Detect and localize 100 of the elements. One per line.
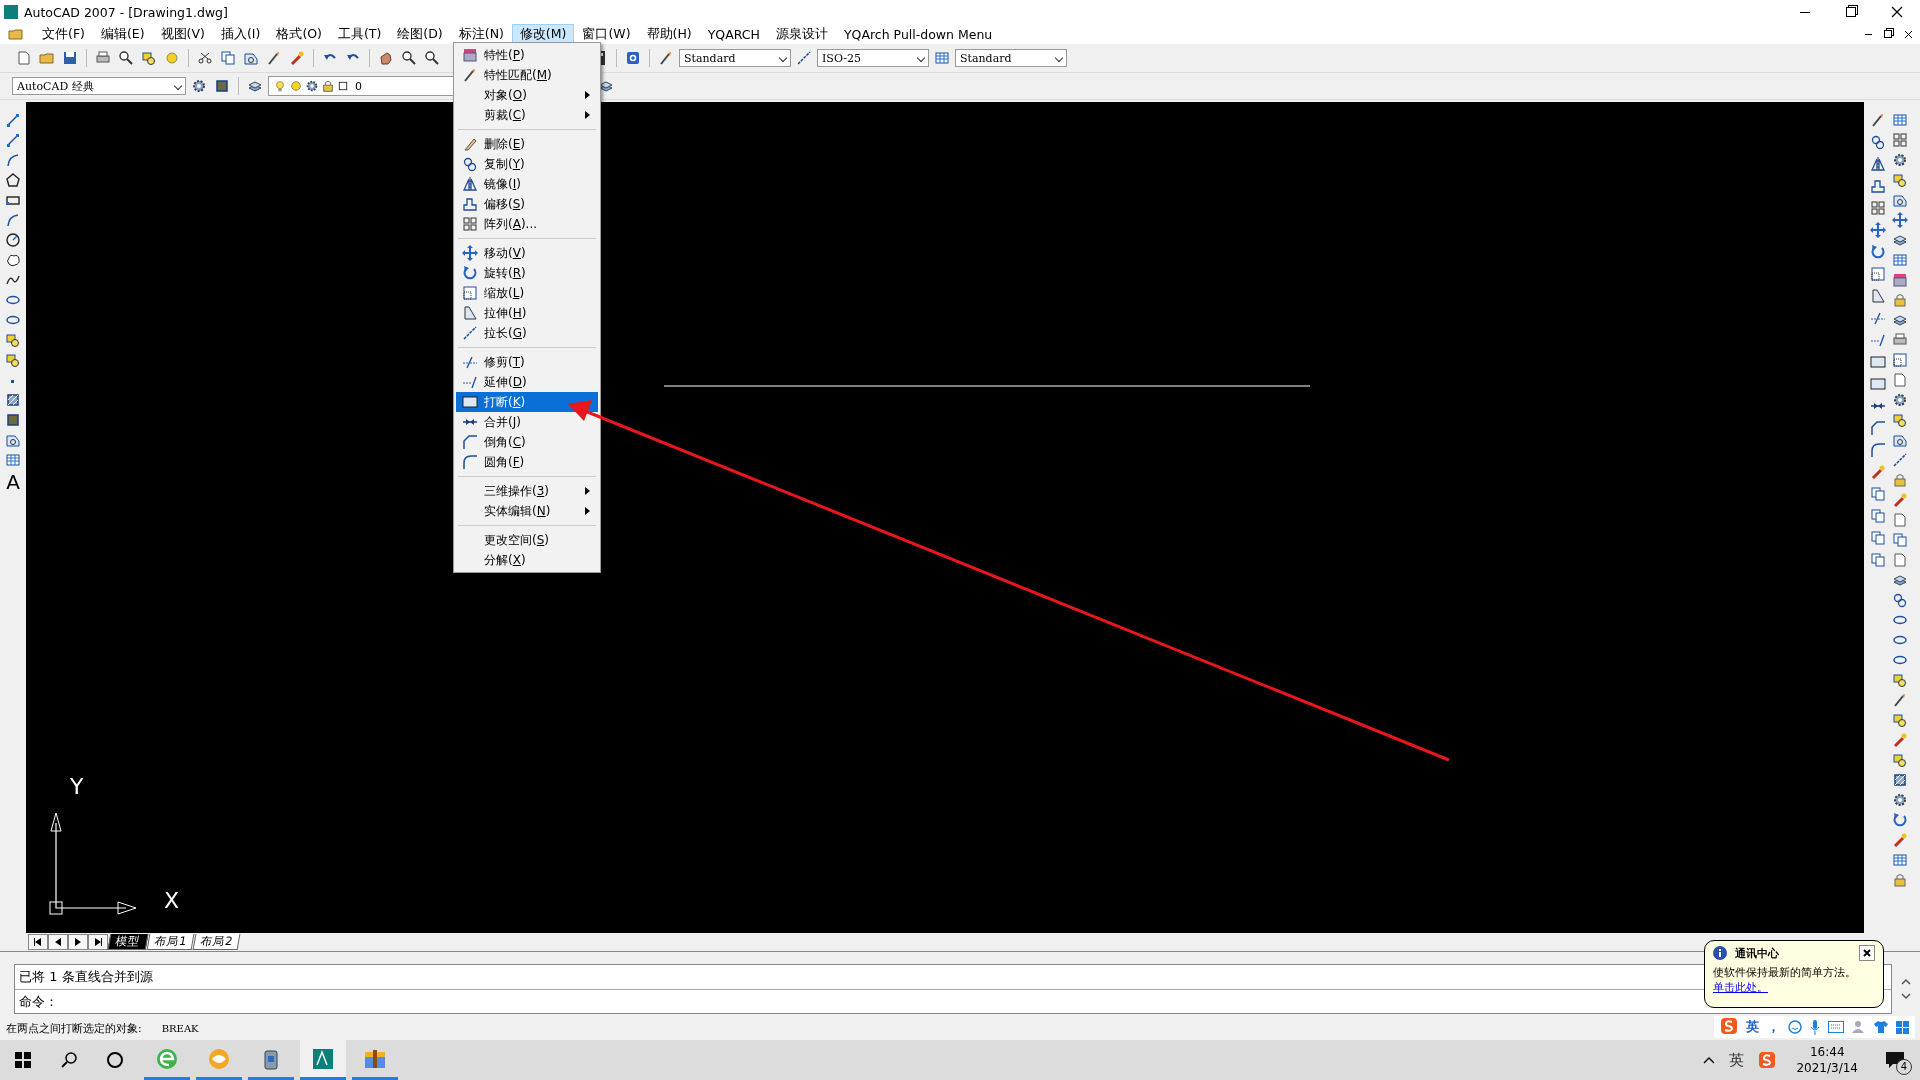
offset-tool-icon[interactable] [1870, 178, 1886, 194]
close-button[interactable] [1859, 945, 1875, 961]
menu-item[interactable]: 倒角(C) [456, 432, 598, 452]
menu-item[interactable]: 编辑(E) [92, 23, 153, 45]
stretch-tool-icon[interactable] [1870, 288, 1886, 304]
extend-tool-icon[interactable] [1870, 332, 1886, 348]
table-tool-icon[interactable] [1892, 852, 1908, 868]
layout-tab[interactable]: 模型 [107, 934, 149, 950]
menu-item[interactable]: 特性(P) [456, 45, 598, 65]
action-center-button[interactable]: 4 [1878, 1045, 1912, 1075]
menu-item[interactable]: YQARCH [699, 24, 768, 44]
menu-item[interactable]: 剪裁(C) [456, 105, 598, 125]
table-tool-icon[interactable] [5, 452, 21, 468]
menu-item[interactable]: 源泉设计 [767, 23, 836, 45]
menu-item[interactable]: 窗口(W) [574, 23, 639, 45]
language-toggle[interactable]: 英 [1746, 1018, 1759, 1036]
grid-icon[interactable] [1896, 1020, 1909, 1034]
menu-item[interactable]: 缩放(L) [456, 283, 598, 303]
line-tool-icon[interactable] [5, 132, 21, 148]
menu-item[interactable]: 插入(I) [212, 23, 269, 45]
arc-tool-icon[interactable] [5, 212, 21, 228]
caret-up-icon[interactable] [1703, 1056, 1716, 1064]
tab-scroll-button[interactable] [68, 934, 88, 950]
copy-tool-icon[interactable] [1870, 508, 1886, 524]
gear-tool-icon[interactable] [1892, 152, 1908, 168]
block-tool-icon[interactable] [1892, 172, 1908, 188]
open-folder-icon[interactable] [39, 50, 55, 66]
lock-tool-icon[interactable] [1892, 872, 1908, 888]
brush-tool-icon[interactable] [1892, 692, 1908, 708]
dimension-style-dropdown[interactable]: ISO-25 [817, 49, 929, 67]
zoom-icon[interactable] [424, 50, 440, 66]
move-tool-icon[interactable] [1870, 222, 1886, 238]
brush-icon[interactable] [266, 50, 282, 66]
menu-item[interactable]: 拉长(G) [456, 323, 598, 343]
menu-item[interactable]: 三维操作(3) [456, 481, 598, 501]
menu-item[interactable]: 分解(X) [456, 550, 598, 570]
new-file-icon[interactable] [16, 50, 32, 66]
text-style-icon[interactable] [658, 50, 674, 66]
lengthen-tool-icon[interactable] [1892, 452, 1908, 468]
help-icon[interactable] [625, 50, 641, 66]
printer-icon[interactable] [95, 50, 111, 66]
scale-tool-icon[interactable] [1892, 352, 1908, 368]
line-tool-icon[interactable] [5, 112, 21, 128]
menu-item[interactable]: 拉伸(H) [456, 303, 598, 323]
workspace-dropdown[interactable]: AutoCAD 经典 [12, 77, 186, 95]
menu-item[interactable]: 帮助(H) [638, 23, 700, 45]
mirror-tool-icon[interactable] [1870, 156, 1886, 172]
page-tool-icon[interactable] [1892, 552, 1908, 568]
cloud-tool-icon[interactable] [5, 252, 21, 268]
tab-scroll-button[interactable] [88, 934, 108, 950]
block-tool-icon[interactable] [1892, 412, 1908, 428]
cut-icon[interactable] [197, 50, 213, 66]
palette-tool-icon[interactable] [1892, 272, 1908, 288]
table-style-icon[interactable] [934, 50, 950, 66]
menu-item[interactable]: 修剪(T) [456, 352, 598, 372]
copy-icon[interactable] [220, 50, 236, 66]
block-tool-icon[interactable] [1892, 672, 1908, 688]
dimension-style-icon[interactable] [796, 50, 812, 66]
layout-tab[interactable]: 布局1 [146, 934, 195, 950]
circle-tool-icon[interactable] [5, 232, 21, 248]
microphone-icon[interactable] [1810, 1019, 1820, 1035]
menu-item[interactable]: 圆角(F) [456, 452, 598, 472]
table-tool-icon[interactable] [1892, 252, 1908, 268]
punctuation-toggle[interactable]: ， [1767, 1018, 1780, 1036]
menu-item[interactable]: 工具(T) [329, 23, 390, 45]
lock-tool-icon[interactable] [1892, 292, 1908, 308]
block-tool-icon[interactable] [1892, 712, 1908, 728]
menu-item[interactable]: 更改空间(S) [456, 530, 598, 550]
menu-item[interactable]: YQArch Pull-down Menu [835, 24, 1001, 44]
keyboard-icon[interactable] [1828, 1021, 1844, 1033]
input-method-icon[interactable] [1720, 1016, 1738, 1035]
hatch-tool-icon[interactable] [5, 392, 21, 408]
input-language-button[interactable]: 英 [1729, 1050, 1745, 1070]
fillet-tool-icon[interactable] [1870, 442, 1886, 458]
menu-item[interactable]: 阵列(A)... [456, 214, 598, 234]
menu-item[interactable]: 移动(V) [456, 243, 598, 263]
menu-item[interactable]: 绘图(D) [389, 23, 451, 45]
print-preview-icon[interactable] [118, 50, 134, 66]
menu-item[interactable]: 延伸(D) [456, 372, 598, 392]
menu-item[interactable]: 删除(E) [456, 134, 598, 154]
text-tool-button[interactable]: A [6, 472, 20, 492]
save-icon[interactable] [62, 50, 78, 66]
menu-item[interactable]: 镜像(I) [456, 174, 598, 194]
input-method-icon[interactable] [1758, 1051, 1777, 1069]
copy-tool-icon[interactable] [1870, 134, 1886, 150]
region-tool-icon[interactable] [1892, 432, 1908, 448]
scale-tool-icon[interactable] [1870, 266, 1886, 282]
brush-tool-icon[interactable] [1870, 112, 1886, 128]
gear-icon[interactable] [191, 78, 207, 94]
grid-tool-icon[interactable] [1892, 132, 1908, 148]
menu-item[interactable]: 文件(F) [34, 23, 93, 45]
taskbar-app-button[interactable] [300, 1040, 346, 1080]
copy-tool-icon[interactable] [1892, 532, 1908, 548]
document-icon[interactable] [8, 26, 24, 42]
menu-item[interactable]: 旋转(R) [456, 263, 598, 283]
hatch-tool-icon[interactable] [1892, 772, 1908, 788]
block-tool-icon[interactable] [5, 352, 21, 368]
polygon-tool-icon[interactable] [5, 172, 21, 188]
rotate-tool-icon[interactable] [1892, 812, 1908, 828]
clock[interactable]: 16:44 2021/3/14 [1790, 1045, 1864, 1075]
